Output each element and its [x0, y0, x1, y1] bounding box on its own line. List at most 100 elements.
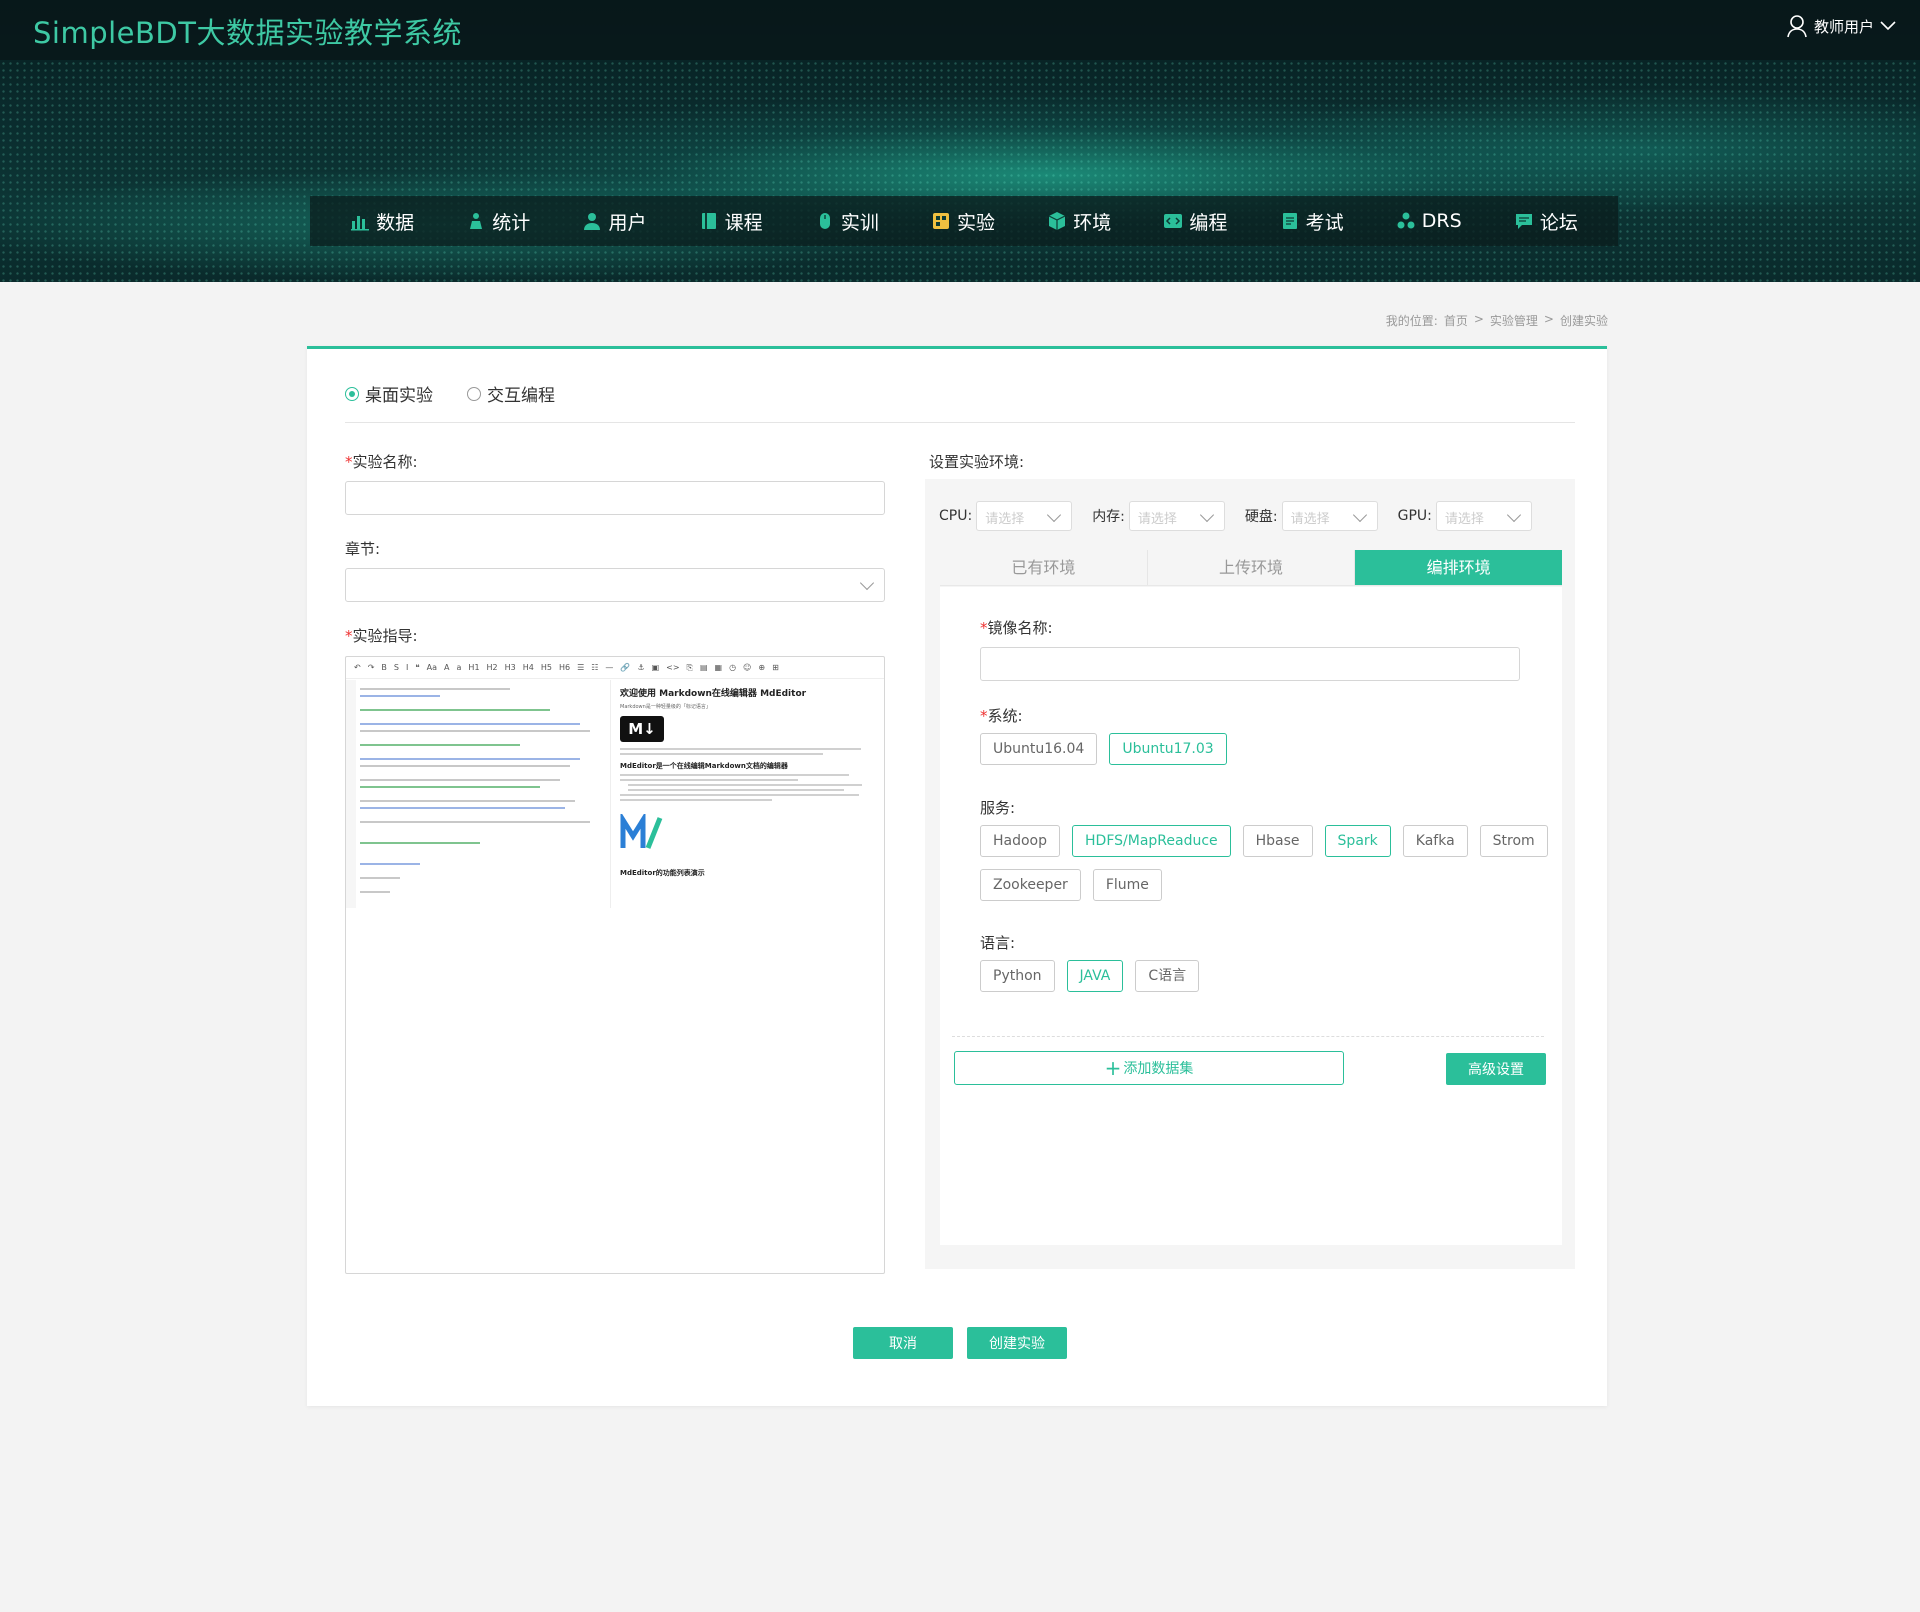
editor-tool-button[interactable]: ☷ — [591, 663, 598, 672]
user-icon — [1787, 15, 1807, 38]
radio-desktop-experiment[interactable]: 桌面实验 — [345, 381, 433, 406]
editor-tool-button[interactable]: B — [381, 663, 387, 672]
nav-item-programming[interactable]: 编程 — [1163, 208, 1227, 235]
cube-icon — [1048, 212, 1066, 230]
breadcrumb-experiment-mgmt[interactable]: 实验管理 — [1490, 312, 1538, 329]
editor-tool-button[interactable]: ☺ — [743, 663, 751, 672]
editor-tool-button[interactable]: H2 — [487, 663, 498, 672]
editor-tool-button[interactable]: ↷ — [368, 663, 375, 672]
tab-compose-env[interactable]: 编排环境 — [1354, 550, 1563, 585]
nav-label: 实训 — [840, 211, 879, 234]
language-label: 语言: — [980, 934, 1016, 952]
editor-tool-button[interactable]: ⊞ — [772, 663, 779, 672]
editor-tool-button[interactable]: ▦ — [715, 663, 723, 672]
tag-hadoop[interactable]: Hadoop — [980, 825, 1061, 857]
experiment-name-input[interactable] — [345, 481, 885, 515]
memory-label: 内存: — [1092, 509, 1125, 525]
nav-item-data[interactable]: 数据 — [350, 208, 414, 235]
env-settings-box: CPU: 请选择 内存: 请选择 硬盘: 请选择 GPU: 请选择 已有环境 上… — [925, 479, 1575, 1269]
tag-c-[interactable]: C语言 — [1135, 960, 1200, 992]
disk-select[interactable]: 请选择 — [1281, 501, 1378, 531]
cancel-button[interactable]: 取消 — [853, 1327, 953, 1359]
editor-tool-button[interactable]: ⊕ — [758, 663, 765, 672]
tag-hbase[interactable]: Hbase — [1242, 825, 1313, 857]
resource-selects: CPU: 请选择 内存: 请选择 硬盘: 请选择 GPU: 请选择 — [939, 501, 1532, 531]
mouse-icon — [819, 213, 830, 229]
advanced-settings-button[interactable]: 高级设置 — [1446, 1053, 1546, 1085]
editor-tool-button[interactable]: H6 — [559, 663, 570, 672]
editor-source-pane[interactable] — [346, 680, 611, 908]
chevron-down-icon — [1199, 507, 1214, 523]
tag-zookeeper[interactable]: Zookeeper — [980, 869, 1081, 901]
tag-spark[interactable]: Spark — [1324, 825, 1391, 857]
markdown-editor[interactable]: ↶ ↷ B S I ❝ Aa Aa H1 H2 H3 H4 H5 H6 ☰ ☷ — 🔗 ⚓ ▣ <> ⎘ ▤ ▦ ◷ ☺ ⊕ ⊞ 欢迎… — [345, 656, 885, 1274]
editor-tool-button[interactable]: I — [406, 663, 408, 672]
editor-tool-button[interactable]: a — [457, 663, 462, 672]
create-experiment-button[interactable]: 创建实验 — [967, 1327, 1067, 1359]
editor-tool-button[interactable]: ◷ — [729, 663, 736, 672]
cpu-label: CPU: — [939, 508, 973, 524]
compose-env-panel: *镜像名称: *系统: Ubuntu16.04 Ubuntu17.03 服务: H… — [940, 587, 1562, 1245]
line-gutter — [346, 680, 356, 908]
image-name-input[interactable] — [980, 647, 1520, 681]
radio-interactive-programming[interactable]: 交互编程 — [467, 381, 555, 406]
editor-tool-button[interactable]: ☰ — [577, 663, 584, 672]
editor-tool-button[interactable]: 🔗 — [620, 663, 630, 672]
nav-item-stats[interactable]: 统计 — [466, 208, 530, 235]
tab-existing-env[interactable]: 已有环境 — [940, 550, 1147, 585]
editor-tool-button[interactable]: <> — [666, 663, 679, 672]
user-menu[interactable]: 教师用户 — [1786, 14, 1896, 38]
editor-tool-button[interactable]: ↶ — [354, 663, 361, 672]
nav-label: 数据 — [376, 211, 415, 234]
add-dataset-button[interactable]: + 添加数据集 — [954, 1051, 1344, 1085]
cpu-select-group: CPU: 请选择 — [939, 501, 1073, 531]
nav-item-exam[interactable]: 考试 — [1280, 208, 1344, 235]
tag-ubuntu16-04[interactable]: Ubuntu16.04 — [980, 733, 1098, 765]
editor-tool-button[interactable]: ❝ — [415, 663, 419, 672]
tab-upload-env[interactable]: 上传环境 — [1146, 550, 1355, 585]
editor-tool-button[interactable]: H1 — [468, 663, 479, 672]
editor-tool-button[interactable]: Aa — [427, 663, 437, 672]
env-label: 设置实验环境: — [929, 453, 1025, 471]
tag-python[interactable]: Python — [980, 960, 1055, 992]
nav-item-courses[interactable]: 课程 — [699, 208, 763, 235]
nav-item-experiment[interactable]: 实验 — [931, 208, 995, 235]
tag-ubuntu17-03[interactable]: Ubuntu17.03 — [1109, 733, 1227, 765]
system-label: *系统: — [980, 707, 1023, 725]
chapter-select[interactable] — [345, 568, 885, 602]
editor-tool-button[interactable]: ▤ — [700, 663, 708, 672]
nav-item-users[interactable]: 用户 — [582, 208, 646, 235]
editor-tool-button[interactable]: S — [394, 663, 399, 672]
guide-label: *实验指导: — [345, 627, 418, 645]
nav-label: 论坛 — [1539, 211, 1578, 234]
tag-kafka[interactable]: Kafka — [1402, 825, 1468, 857]
nav-item-training[interactable]: 实训 — [815, 208, 879, 235]
chevron-down-icon — [859, 575, 875, 591]
code-line — [360, 688, 510, 690]
editor-tool-button[interactable]: ⎘ — [687, 663, 693, 673]
editor-tool-button[interactable]: — — [605, 663, 613, 672]
tag-hdfs-mapreaduce[interactable]: HDFS/MapReaduce — [1072, 825, 1231, 857]
gpu-select[interactable]: 请选择 — [1435, 501, 1532, 531]
disk-label: 硬盘: — [1244, 509, 1278, 525]
tag-strom[interactable]: Strom — [1479, 825, 1548, 857]
breadcrumb-current: 创建实验 — [1559, 314, 1608, 328]
editor-tool-button[interactable]: H4 — [523, 663, 534, 672]
preview-heading: MdEditor是一个在线编辑Markdown文档的编辑器 — [620, 762, 788, 770]
code-line — [360, 800, 575, 802]
editor-tool-button[interactable]: H5 — [541, 663, 552, 672]
code-line — [360, 723, 580, 725]
memory-select[interactable]: 请选择 — [1128, 501, 1225, 531]
nav-item-forum[interactable]: 论坛 — [1514, 208, 1578, 235]
cpu-select[interactable]: 请选择 — [976, 501, 1073, 531]
nav-item-environment[interactable]: 环境 — [1047, 208, 1111, 235]
breadcrumb-home[interactable]: 首页 — [1444, 312, 1468, 329]
tag-java[interactable]: JAVA — [1066, 960, 1124, 992]
editor-tool-button[interactable]: ⚓ — [637, 663, 644, 672]
nav-item-drs[interactable]: DRS — [1396, 210, 1462, 232]
editor-tool-button[interactable]: A — [444, 663, 449, 672]
service-tags: Hadoop HDFS/MapReaduce Hbase Spark Kafka Stro… — [980, 825, 1550, 901]
editor-tool-button[interactable]: H3 — [505, 663, 516, 672]
editor-tool-button[interactable]: ▣ — [652, 663, 660, 672]
tag-flume[interactable]: Flume — [1092, 869, 1162, 901]
